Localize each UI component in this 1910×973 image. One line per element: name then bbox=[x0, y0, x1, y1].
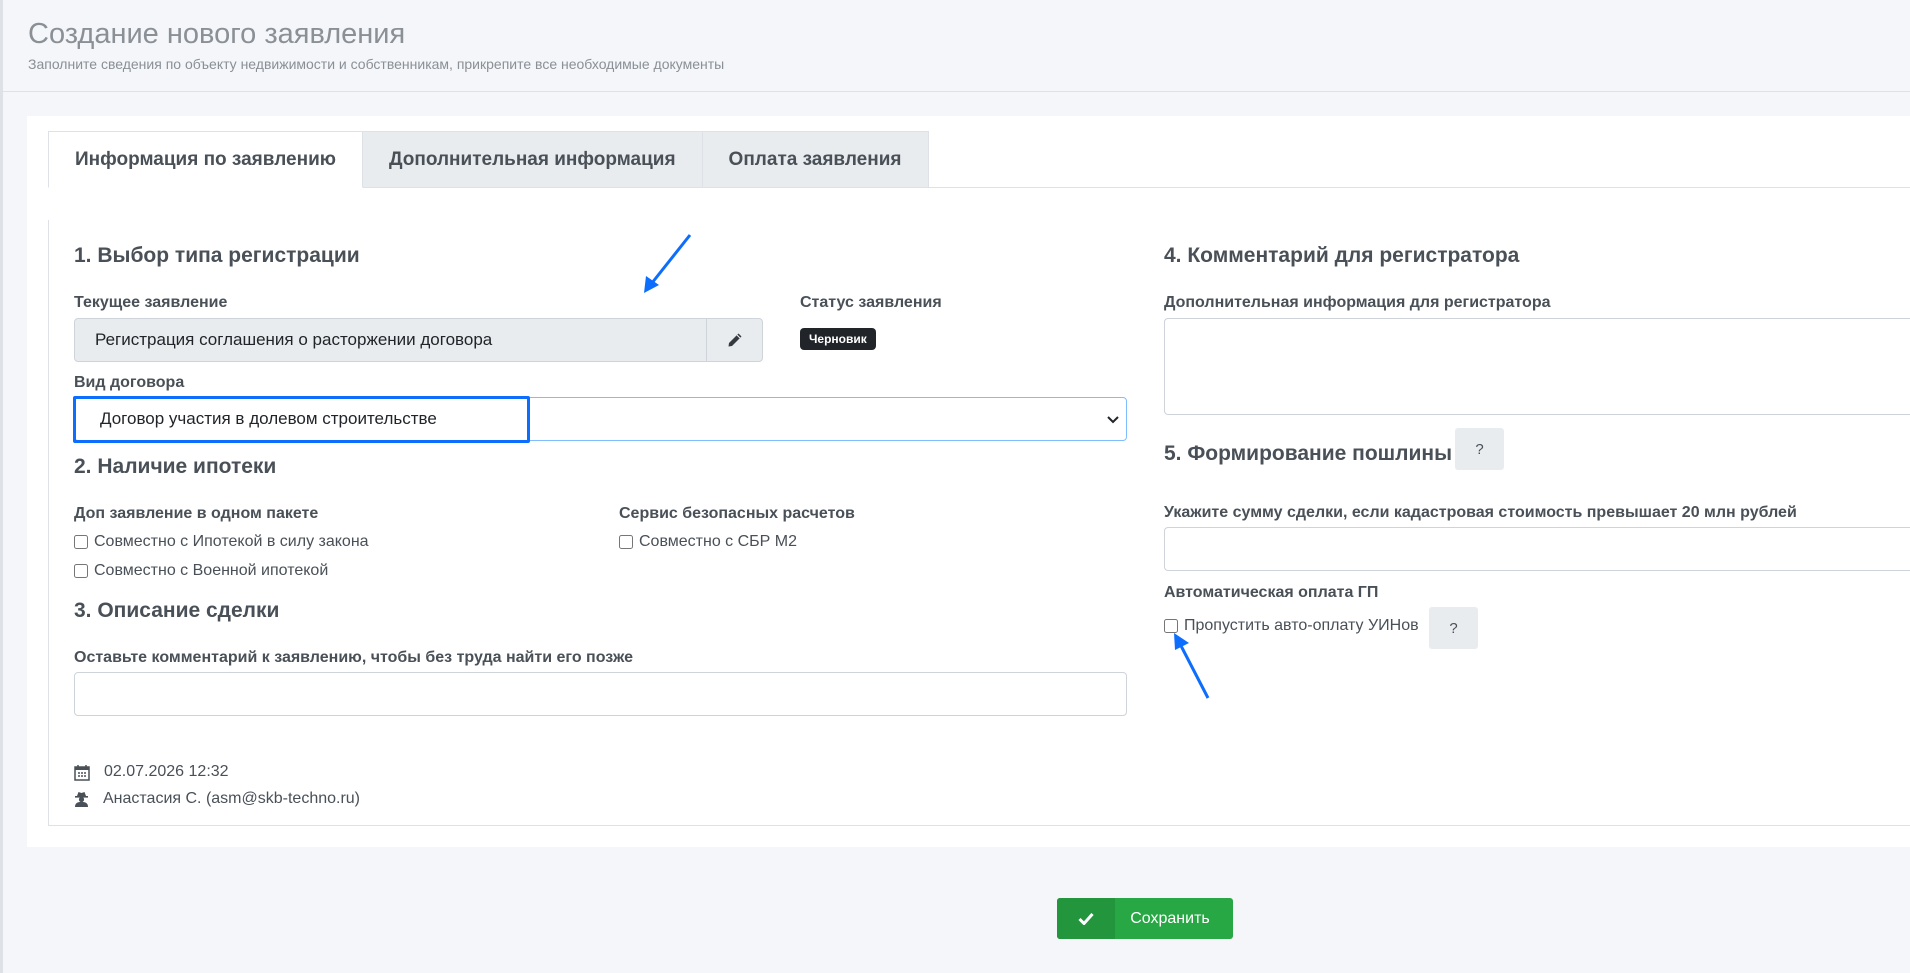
deal-comment-label: Оставьте комментарий к заявлению, чтобы … bbox=[74, 649, 634, 666]
edit-application-button[interactable] bbox=[706, 319, 762, 361]
auto-payment-label: Автоматическая оплата ГП bbox=[1164, 584, 1379, 601]
deal-comment-input[interactable] bbox=[74, 672, 1127, 716]
page-header: Создание нового заявления Заполните свед… bbox=[28, 18, 724, 72]
sbr-m2-checkbox-row[interactable]: Совместно с СБР М2 bbox=[619, 533, 797, 551]
tab-application-info[interactable]: Информация по заявлению bbox=[48, 131, 363, 188]
page-subtitle: Заполните сведения по объекту недвижимос… bbox=[28, 56, 725, 72]
sbr-m2-checkbox[interactable] bbox=[619, 535, 633, 549]
created-date: 02.07.2026 12:32 bbox=[104, 763, 229, 780]
mortgage-by-law-label: Совместно с Ипотекой в силу закона bbox=[94, 533, 369, 550]
author-row: Анастасия С. (asm@skb-techno.ru) bbox=[74, 790, 360, 808]
contract-type-label: Вид договора bbox=[74, 374, 185, 391]
section-fee-title: 5. Формирование пошлины bbox=[1164, 442, 1453, 465]
current-application-field: Регистрация соглашения о расторжении дог… bbox=[74, 318, 763, 362]
save-button-label: Сохранить bbox=[1130, 909, 1210, 927]
tab-payment[interactable]: Оплата заявления bbox=[702, 131, 929, 188]
tab-pane bbox=[48, 220, 1910, 826]
user-secret-icon bbox=[75, 792, 88, 807]
chevron-down-icon bbox=[1107, 416, 1119, 424]
section-mortgage-title: 2. Наличие ипотеки bbox=[74, 455, 277, 478]
section-deal-description-title: 3. Описание сделки bbox=[74, 599, 280, 622]
status-badge: Черновик bbox=[800, 328, 876, 350]
annotation-arrow-icon bbox=[1174, 633, 1210, 699]
created-date-row: 02.07.2026 12:32 bbox=[74, 763, 229, 781]
tab-bar-divider bbox=[891, 187, 1910, 188]
section-registration-type-title: 1. Выбор типа регистрации bbox=[74, 244, 360, 267]
skip-auto-payment-label: Пропустить авто-оплату УИНов bbox=[1184, 617, 1419, 634]
section-registrar-comment-title: 4. Комментарий для регистратора bbox=[1164, 244, 1520, 267]
fee-help-button[interactable]: ? bbox=[1455, 428, 1504, 470]
registrar-info-label: Дополнительная информация для регистрато… bbox=[1164, 294, 1551, 311]
pencil-icon bbox=[728, 333, 741, 347]
check-icon bbox=[1078, 912, 1094, 925]
deal-sum-label: Укажите сумму сделки, если кадастровая с… bbox=[1164, 504, 1797, 521]
page-title: Создание нового заявления bbox=[28, 18, 406, 50]
mortgage-by-law-checkbox-row[interactable]: Совместно с Ипотекой в силу закона bbox=[74, 533, 369, 551]
mortgage-by-law-checkbox[interactable] bbox=[74, 535, 88, 549]
deal-sum-input[interactable] bbox=[1164, 527, 1910, 571]
package-label: Доп заявление в одном пакете bbox=[74, 505, 319, 522]
current-application-value: Регистрация соглашения о расторжении дог… bbox=[95, 330, 493, 349]
application-status-label: Статус заявления bbox=[800, 294, 942, 311]
annotation-highlight-box bbox=[73, 396, 530, 443]
save-button[interactable]: Сохранить bbox=[1057, 898, 1233, 939]
page-left-border bbox=[0, 0, 3, 973]
header-divider bbox=[3, 91, 1910, 92]
sbr-m2-label: Совместно с СБР М2 bbox=[639, 533, 798, 550]
annotation-arrow-icon bbox=[644, 234, 692, 293]
military-mortgage-label: Совместно с Военной ипотекой bbox=[94, 562, 329, 579]
tab-additional-info[interactable]: Дополнительная информация bbox=[362, 131, 703, 188]
skip-auto-payment-help-button[interactable]: ? bbox=[1429, 607, 1478, 649]
calendar-icon bbox=[74, 764, 90, 781]
tab-bar: Информация по заявлению Дополнительная и… bbox=[48, 131, 929, 188]
safe-settlement-label: Сервис безопасных расчетов bbox=[619, 505, 855, 522]
current-application-label: Текущее заявление bbox=[74, 294, 228, 311]
military-mortgage-checkbox-row[interactable]: Совместно с Военной ипотекой bbox=[74, 562, 328, 580]
registrar-info-textarea[interactable] bbox=[1164, 318, 1910, 415]
military-mortgage-checkbox[interactable] bbox=[74, 564, 88, 578]
author: Анастасия С. (asm@skb-techno.ru) bbox=[103, 790, 361, 807]
